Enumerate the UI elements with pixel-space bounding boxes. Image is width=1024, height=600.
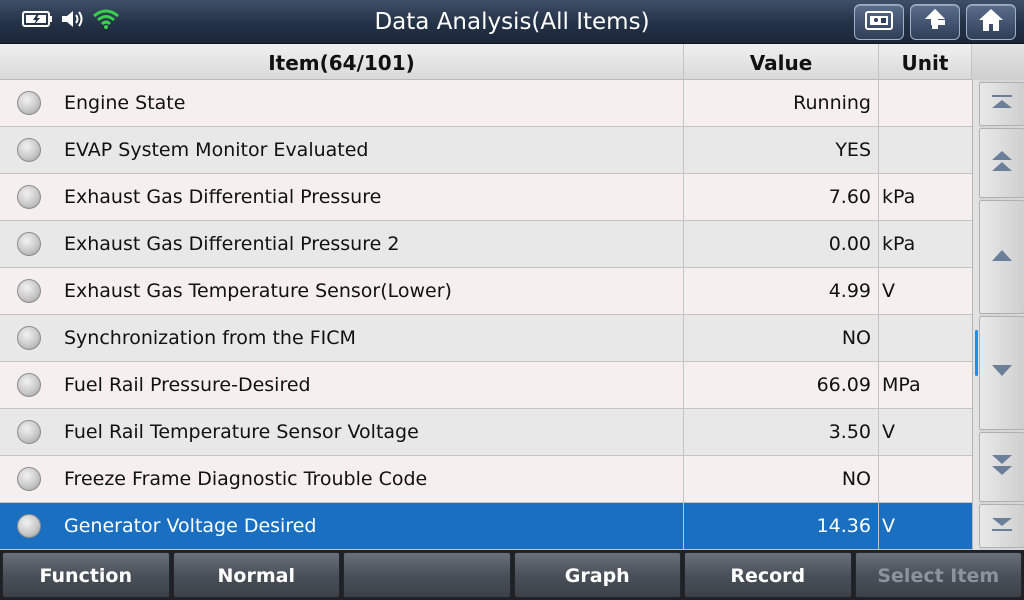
scroll-down-button[interactable] (979, 316, 1024, 430)
table-row[interactable]: Exhaust Gas Temperature Sensor(Lower) 4.9… (0, 268, 972, 315)
item-name: Exhaust Gas Temperature Sensor(Lower) (58, 268, 684, 314)
item-value: 3.50 (684, 409, 879, 455)
radio-button-icon[interactable] (17, 514, 41, 538)
radio-button-icon[interactable] (17, 91, 41, 115)
page-up-icon (989, 147, 1015, 179)
item-value: 7.60 (684, 174, 879, 220)
item-unit (879, 456, 972, 502)
item-value: YES (684, 127, 879, 173)
table-row[interactable]: Exhaust Gas Differential Pressure 7.60 kPa (0, 174, 972, 221)
record-button[interactable]: Record (684, 552, 852, 598)
row-radio-cell[interactable] (0, 268, 58, 314)
normal-button[interactable]: Normal (172, 552, 340, 598)
item-unit (879, 80, 972, 126)
item-name: EVAP System Monitor Evaluated (58, 127, 684, 173)
row-radio-cell[interactable] (0, 174, 58, 220)
item-value: 66.09 (684, 362, 879, 408)
row-radio-cell[interactable] (0, 409, 58, 455)
item-name: Freeze Frame Diagnostic Trouble Code (58, 456, 684, 502)
table-row[interactable]: Fuel Rail Temperature Sensor Voltage 3.50… (0, 409, 972, 456)
title-bar: Data Analysis(All Items) (0, 0, 1024, 44)
item-unit: V (882, 280, 895, 302)
radio-button-icon[interactable] (17, 373, 41, 397)
item-unit: V (882, 515, 895, 537)
table-row[interactable]: Synchronization from the FICM NO (0, 315, 972, 362)
table-row[interactable]: Engine State Running (0, 80, 972, 127)
table-header: Item(64/101) Value Unit (0, 44, 1024, 80)
column-header-unit[interactable]: Unit (879, 44, 972, 80)
row-radio-cell[interactable] (0, 456, 58, 502)
screenshot-icon (864, 9, 894, 35)
radio-button-icon[interactable] (17, 420, 41, 444)
top-button-group (854, 4, 1016, 40)
row-radio-cell[interactable] (0, 362, 58, 408)
item-unit (879, 315, 972, 361)
row-radio-cell[interactable] (0, 127, 58, 173)
radio-button-icon[interactable] (17, 279, 41, 303)
item-value: 0.00 (684, 221, 879, 267)
item-value: NO (684, 456, 879, 502)
bottom-toolbar: Function Normal Graph Record Select Item (0, 550, 1024, 600)
item-name: Engine State (58, 80, 684, 126)
item-value: 14.36 (684, 503, 879, 549)
scroll-top-icon (989, 92, 1015, 116)
item-unit: MPa (882, 374, 921, 396)
page-down-button[interactable] (979, 432, 1024, 502)
row-radio-cell[interactable] (0, 503, 58, 549)
back-icon (921, 7, 949, 37)
back-button[interactable] (910, 4, 960, 40)
item-unit (879, 127, 972, 173)
scroll-down-icon (989, 361, 1015, 385)
item-value: NO (684, 315, 879, 361)
item-unit: V (882, 421, 895, 443)
table-row[interactable]: Generator Voltage Desired 14.36 V (0, 503, 972, 550)
radio-button-icon[interactable] (17, 326, 41, 350)
function-button[interactable]: Function (2, 552, 170, 598)
radio-button-icon[interactable] (17, 467, 41, 491)
scroll-bottom-icon (989, 514, 1015, 538)
home-button[interactable] (966, 4, 1016, 40)
row-radio-cell[interactable] (0, 315, 58, 361)
screenshot-button[interactable] (854, 4, 904, 40)
page-down-icon (989, 451, 1015, 483)
scrollbar[interactable] (972, 80, 1024, 550)
select-item-button[interactable]: Select Item (854, 552, 1022, 598)
item-name: Synchronization from the FICM (58, 315, 684, 361)
home-icon (977, 7, 1005, 37)
item-unit: kPa (882, 233, 916, 255)
item-name: Generator Voltage Desired (58, 503, 684, 549)
table-row[interactable]: Exhaust Gas Differential Pressure 2 0.00 k… (0, 221, 972, 268)
item-name: Fuel Rail Pressure-Desired (58, 362, 684, 408)
scroll-top-button[interactable] (979, 82, 1024, 126)
item-value: 4.99 (684, 268, 879, 314)
scroll-thumb[interactable] (975, 330, 978, 376)
page-up-button[interactable] (979, 128, 1024, 198)
radio-button-icon[interactable] (17, 232, 41, 256)
item-name: Exhaust Gas Differential Pressure 2 (58, 221, 684, 267)
item-unit: kPa (882, 186, 916, 208)
table-row[interactable]: Freeze Frame Diagnostic Trouble Code NO (0, 456, 972, 503)
column-header-spacer (972, 44, 1024, 80)
graph-button[interactable]: Graph (513, 552, 681, 598)
table-body: Engine State Running EVAP System Monitor E… (0, 80, 972, 550)
item-value: Running (684, 80, 879, 126)
scroll-bottom-button[interactable] (979, 504, 1024, 548)
blank-button[interactable] (343, 552, 511, 598)
item-name: Fuel Rail Temperature Sensor Voltage (58, 409, 684, 455)
radio-button-icon[interactable] (17, 138, 41, 162)
table-row[interactable]: Fuel Rail Pressure-Desired 66.09 MPa (0, 362, 972, 409)
row-radio-cell[interactable] (0, 80, 58, 126)
scroll-up-icon (989, 245, 1015, 269)
radio-button-icon[interactable] (17, 185, 41, 209)
row-radio-cell[interactable] (0, 221, 58, 267)
item-name: Exhaust Gas Differential Pressure (58, 174, 684, 220)
table-row[interactable]: EVAP System Monitor Evaluated YES (0, 127, 972, 174)
column-header-item[interactable]: Item(64/101) (0, 44, 684, 80)
data-table: Item(64/101) Value Unit Engine State Runn… (0, 44, 1024, 550)
column-header-value[interactable]: Value (684, 44, 879, 80)
scroll-up-button[interactable] (979, 200, 1024, 314)
